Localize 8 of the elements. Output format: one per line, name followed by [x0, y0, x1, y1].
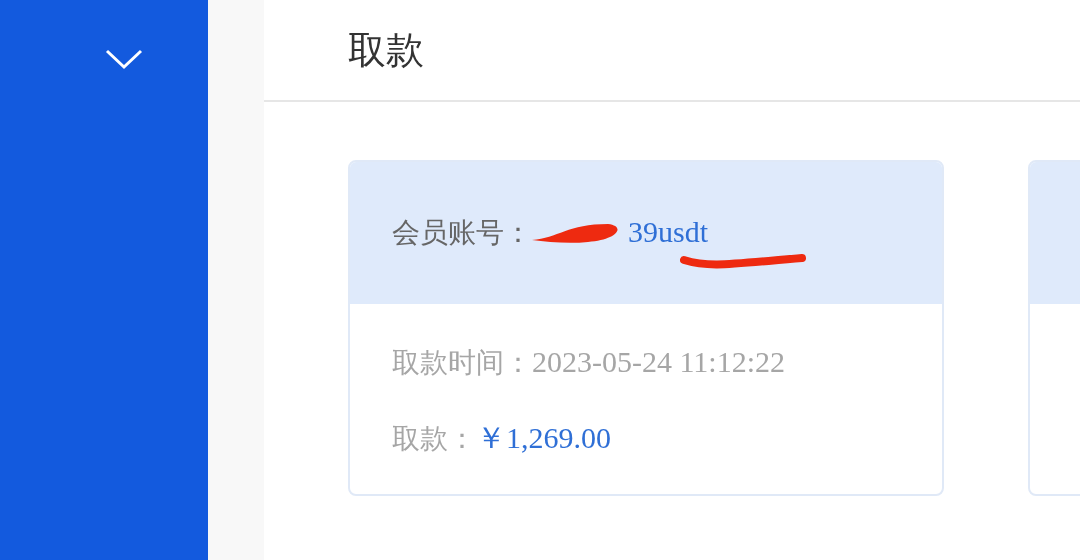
time-value: 2023-05-24 11:12:22: [532, 345, 786, 379]
account-label: 会员账号：: [392, 215, 532, 251]
chevron-down-icon[interactable]: [105, 48, 143, 70]
amount-value: ￥1,269.00: [476, 420, 611, 456]
amount-label: 取款：: [392, 421, 476, 457]
page-title: 取款: [348, 26, 424, 74]
time-label: 取款时间：: [392, 345, 532, 381]
account-value: 39usdt: [628, 215, 708, 249]
